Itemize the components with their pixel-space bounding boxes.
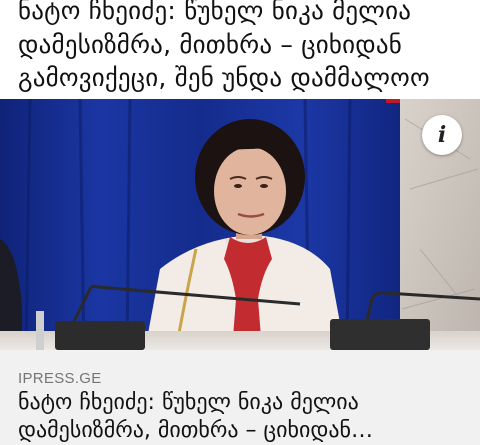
top-headline[interactable]: ნატო ჩხეიძე: წუხელ ნიკა მელია დამესიზმრა… [18,0,473,95]
article-photo[interactable] [0,99,480,350]
photo-illustration [0,99,480,350]
source-label: IPRESS.GE [18,370,102,387]
bottom-headline[interactable]: ნატო ჩხეიძე: წუხელ ნიკა მელია დამესიზმრა… [18,389,466,445]
card-footer[interactable]: IPRESS.GE ნატო ჩხეიძე: წუხელ ნიკა მელია … [0,350,480,445]
info-button[interactable]: i [422,115,462,155]
info-icon: i [437,122,447,148]
news-card[interactable]: ნატო ჩხეიძე: წუხელ ნიკა მელია დამესიზმრა… [0,0,480,445]
